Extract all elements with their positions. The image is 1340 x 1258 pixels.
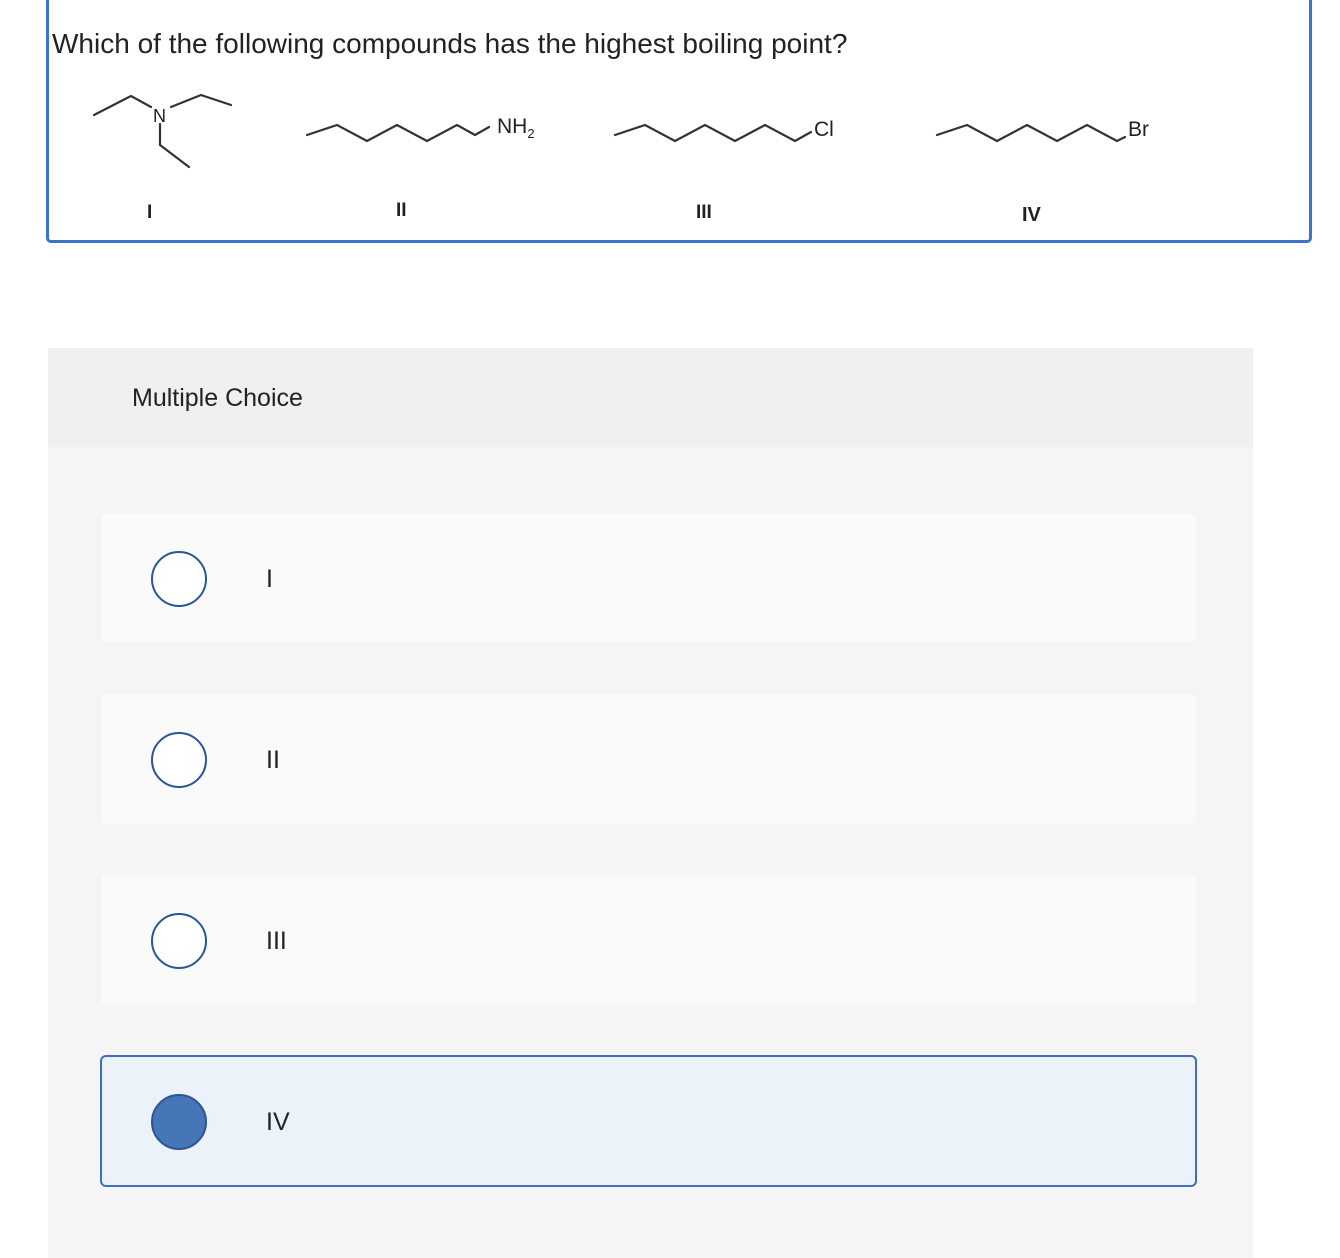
atom-cl: Cl (814, 118, 834, 141)
radio-button[interactable] (151, 551, 207, 607)
atom-n: N (153, 106, 166, 126)
option-i[interactable]: I (100, 512, 1197, 644)
option-label: II (266, 746, 280, 774)
option-iii[interactable]: III (100, 874, 1197, 1006)
radio-button-selected[interactable] (151, 1094, 207, 1150)
radio-button[interactable] (151, 913, 207, 969)
compound-structures: N NH2 Cl Br I II III IV (92, 93, 1149, 226)
question-box: Which of the following compounds has the… (46, 0, 1312, 243)
atom-nh2: NH2 (497, 115, 535, 141)
option-ii[interactable]: II (100, 693, 1197, 825)
multiple-choice-panel: Multiple Choice I II III IV (48, 348, 1253, 1258)
multiple-choice-title: Multiple Choice (132, 384, 303, 412)
numeral-iii: III (696, 202, 712, 223)
structure-iii-chloropentane (613, 123, 813, 143)
option-iv[interactable]: IV (100, 1055, 1197, 1187)
multiple-choice-header: Multiple Choice (48, 348, 1253, 447)
numeral-i: I (147, 202, 152, 223)
numeral-ii: II (396, 200, 407, 221)
atom-br: Br (1128, 118, 1149, 141)
structure-ii-pentylamine (305, 123, 491, 143)
option-label: IV (266, 1108, 290, 1136)
option-label: I (266, 565, 273, 593)
option-label: III (266, 927, 287, 955)
numeral-iv: IV (1022, 204, 1042, 226)
structure-iv-bromopentane (935, 123, 1127, 143)
radio-button[interactable] (151, 732, 207, 788)
